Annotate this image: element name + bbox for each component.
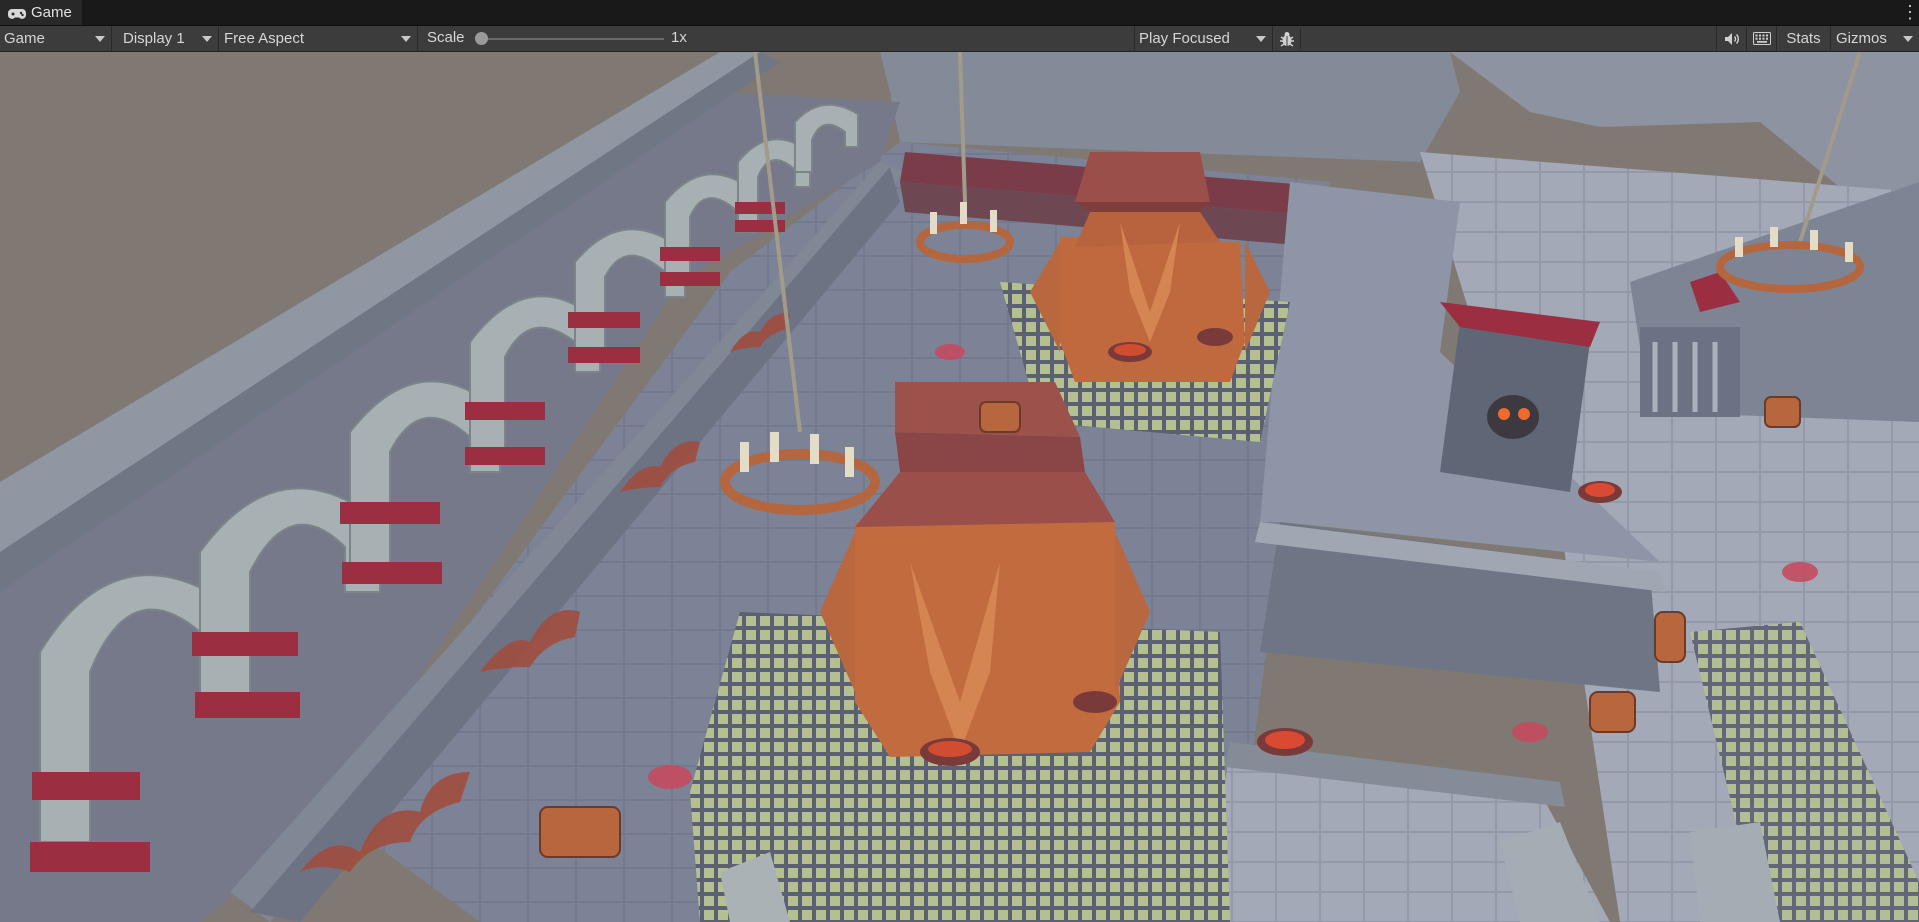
game-tab[interactable]: Game xyxy=(0,0,82,25)
scale-slider-track[interactable] xyxy=(481,38,664,40)
play-mode-label: Play Focused xyxy=(1139,30,1230,47)
game-tab-label: Game xyxy=(31,4,72,21)
display-label: Display 1 xyxy=(123,30,185,47)
speaker-icon[interactable] xyxy=(1716,26,1746,51)
scale-slider-thumb[interactable] xyxy=(475,32,488,45)
game-toolbar: Game Display 1 Free Aspect Scale 1x Play… xyxy=(0,26,1919,52)
game-viewport[interactable] xyxy=(0,52,1919,922)
chevron-down-icon xyxy=(401,36,411,42)
scale-value: 1x xyxy=(671,29,687,46)
aspect-dropdown[interactable]: Free Aspect xyxy=(220,26,418,51)
keyboard-grid-icon[interactable] xyxy=(1746,26,1776,51)
chevron-down-icon xyxy=(202,36,212,42)
chevron-down-icon xyxy=(1256,36,1266,42)
view-mode-dropdown[interactable]: Game xyxy=(0,26,112,51)
play-mode-dropdown[interactable]: Play Focused xyxy=(1134,26,1273,51)
view-mode-label: Game xyxy=(4,30,45,47)
scale-label: Scale xyxy=(427,29,465,46)
kebab-icon[interactable]: ⋮ xyxy=(1901,1,1919,23)
chevron-down-icon xyxy=(95,36,105,42)
panel-tab-bar: Game ⋮ xyxy=(0,0,1919,26)
aspect-label: Free Aspect xyxy=(224,30,305,47)
gamepad-icon xyxy=(8,7,26,19)
gizmos-label: Gizmos xyxy=(1836,30,1887,47)
display-dropdown[interactable]: Display 1 xyxy=(119,26,219,51)
chevron-down-icon xyxy=(1903,36,1913,42)
dungeon-render xyxy=(0,52,1919,922)
bug-icon[interactable] xyxy=(1274,28,1301,49)
gizmos-dropdown[interactable]: Gizmos xyxy=(1830,26,1919,51)
stats-button[interactable]: Stats xyxy=(1776,26,1830,51)
